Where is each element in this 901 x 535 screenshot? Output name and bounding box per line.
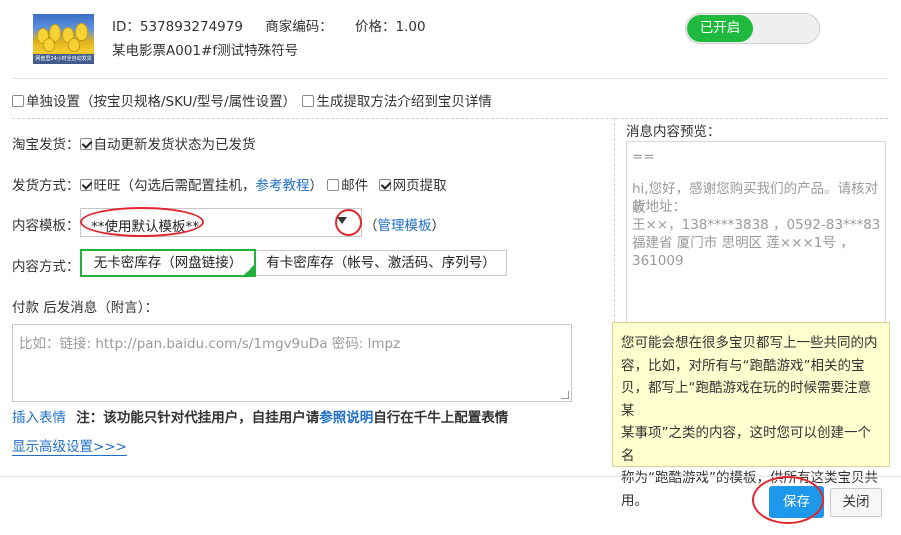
dashed-divider <box>12 118 888 119</box>
separate-settings-checkbox[interactable] <box>12 95 24 107</box>
email-checkbox[interactable] <box>327 179 340 191</box>
footer-divider <box>0 476 901 477</box>
insert-emoji-link[interactable]: 插入表情 <box>12 410 66 426</box>
template-tooltip: 您可能会想在很多宝贝都写上一些共同的内 容，比如，对所有与“跑酷游戏”相关的宝 … <box>612 322 890 509</box>
wangwang-suffix: ） <box>309 178 324 194</box>
auto-update-checkbox[interactable] <box>79 138 92 150</box>
close-button[interactable]: 关闭 <box>830 488 882 517</box>
tooltip-line: 称为“跑酷游戏”的模板，供所有这类宝贝共 <box>621 470 878 486</box>
tutorial-link[interactable]: 参考教程 <box>256 178 310 194</box>
note-reference-link[interactable]: 参照说明 <box>319 410 373 426</box>
tooltip-line: 您可能会想在很多宝贝都写上一些共同的内 <box>621 335 878 351</box>
wangwang-checkbox[interactable] <box>79 179 92 191</box>
email-label: 邮件 <box>341 178 369 194</box>
advanced-settings-link[interactable]: 显示高级设置>>> <box>12 439 127 456</box>
divider <box>12 78 888 79</box>
generate-method-checkbox[interactable] <box>302 95 315 107</box>
product-name: 某电影票A001#f测试特殊符号 <box>112 43 299 59</box>
thumbnail-caption: 网盘里24小时全自动发货 <box>33 54 94 64</box>
manage-template-link[interactable]: 管理模板 <box>378 218 432 234</box>
manage-open: （ <box>364 218 378 234</box>
separate-settings-label: 单独设置（按宝贝规格/SKU/型号/属性设置） <box>26 94 297 110</box>
status-toggle[interactable]: 已开启 <box>685 13 820 44</box>
product-thumbnail: 网盘里24小时全自动发货 <box>33 14 94 64</box>
advanced-settings-row: 显示高级设置>>> <box>12 435 127 456</box>
product-price: 价格：1.00 <box>355 19 426 35</box>
content-option-netdisk-label: 无卡密库存（网盘链接） <box>93 255 243 271</box>
annotation-circle <box>752 476 824 524</box>
web-extract-checkbox[interactable] <box>378 179 391 191</box>
manage-close: ） <box>431 218 446 234</box>
content-option-card-stock-label: 有卡密库存（帐号、激活码、序列号） <box>266 255 496 271</box>
tooltip-line: 某事项”之类的内容，这时您可以创建一个名 <box>621 425 871 464</box>
manage-template: （管理模板） <box>364 214 445 234</box>
auto-update-label: 自动更新发货状态为已发货 <box>93 137 256 153</box>
message-preview: == hi,您好，感谢您购买我们的产品。请核对收 货地址： 王××，138***… <box>626 141 886 331</box>
taobao-ship-row: 淘宝发货： 自动更新发货状态为已发货 <box>12 133 256 153</box>
content-method-label: 内容方式： <box>12 259 80 275</box>
wangwang-label: 旺旺（勾选后需配置挂机， <box>93 178 256 194</box>
template-label: 内容模板： <box>12 218 80 234</box>
preview-line: 福建省 厦门市 思明区 莲×××1号 ， <box>632 235 854 251</box>
generate-method-label: 生成提取方法介绍到宝贝详情 <box>316 94 492 110</box>
resize-handle-icon[interactable] <box>561 391 569 399</box>
preview-title: 消息内容预览： <box>626 124 721 140</box>
status-toggle-label: 已开启 <box>687 15 753 42</box>
content-option-card-stock[interactable]: 有卡密库存（帐号、激活码、序列号） <box>256 250 507 276</box>
dashed-vertical-divider <box>614 118 615 322</box>
message-placeholder: 比如：链接: http://pan.baidu.com/s/1mgv9uDa 密… <box>19 336 401 352</box>
tooltip-line: 容，比如，对所有与“跑酷游戏”相关的宝 <box>621 357 865 374</box>
annotation-circle <box>80 207 204 237</box>
message-textarea[interactable]: 比如：链接: http://pan.baidu.com/s/1mgv9uDa 密… <box>12 324 572 402</box>
product-id: ID：537893274979 <box>112 19 243 35</box>
annotation-circle <box>335 209 362 236</box>
tooltip-line: 贝，都写上“跑酷游戏在玩的时候需要注意某 <box>621 380 871 419</box>
post-pay-label: 付款 后发消息（附言）： <box>12 300 159 316</box>
note-suffix: 自行在千牛上配置表情 <box>373 410 509 426</box>
preview-line: == <box>632 149 655 165</box>
preview-line: 货地址： <box>632 199 686 215</box>
ship-method-row: 发货方式： 旺旺（勾选后需配置挂机，参考教程） 邮件 网页提取 <box>12 174 447 194</box>
preview-line: 361009 <box>632 253 684 269</box>
web-extract-label: 网页提取 <box>392 178 447 194</box>
content-option-netdisk[interactable]: 无卡密库存（网盘链接） ✓ <box>80 249 256 277</box>
merchant-code: 商家编码： <box>265 19 333 35</box>
note-prefix: 注：该功能只针对代挂用户，自挂用户请 <box>76 410 320 426</box>
options-row: 单独设置（按宝贝规格/SKU/型号/属性设置） 生成提取方法介绍到宝贝详情 <box>12 90 492 110</box>
product-meta: ID：537893274979 商家编码： 价格：1.00 <box>112 15 444 35</box>
taobao-ship-label: 淘宝发货： <box>12 137 80 153</box>
check-icon: ✓ <box>246 265 253 274</box>
ship-method-label: 发货方式： <box>12 178 80 194</box>
emoji-row: 插入表情 注：该功能只针对代挂用户，自挂用户请参照说明自行在千牛上配置表情 <box>12 406 508 426</box>
